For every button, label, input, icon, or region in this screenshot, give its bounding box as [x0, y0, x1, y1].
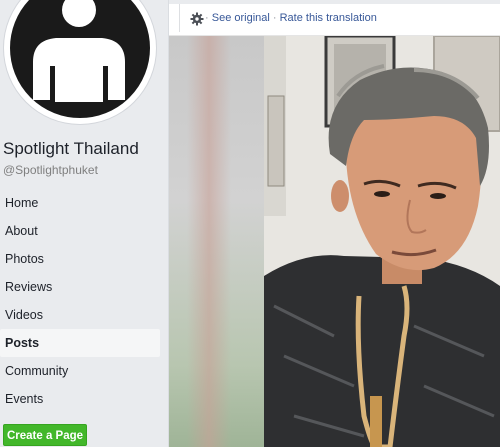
translation-separator: ·: [269, 12, 280, 24]
blurred-video-edge: [169, 36, 264, 447]
page-username[interactable]: @Spotlightphuket: [3, 163, 98, 177]
nav-item-videos[interactable]: Videos: [0, 301, 160, 329]
page-sidebar: Spotlight Thailand @Spotlightphuket Home…: [0, 0, 168, 447]
page-nav: Home About Photos Reviews Videos Posts C…: [0, 189, 160, 413]
nav-item-community[interactable]: Community: [0, 357, 160, 385]
page-title[interactable]: Spotlight Thailand: [3, 139, 139, 159]
rate-translation-link[interactable]: Rate this translation: [280, 12, 377, 24]
nav-item-events[interactable]: Events: [0, 385, 160, 413]
nav-item-home[interactable]: Home: [0, 189, 160, 217]
see-original-link[interactable]: See original: [212, 12, 270, 24]
post-content: · See original · Rate this translation: [169, 0, 500, 447]
translation-bar-border: [179, 4, 180, 32]
post-video[interactable]: [169, 36, 500, 447]
nav-item-posts[interactable]: Posts: [0, 329, 160, 357]
blurred-figure: [187, 36, 231, 447]
translation-links: · See original · Rate this translation: [205, 12, 377, 24]
nav-item-about[interactable]: About: [0, 217, 160, 245]
default-person-icon: [6, 0, 154, 122]
nav-item-reviews[interactable]: Reviews: [0, 273, 160, 301]
create-page-button[interactable]: Create a Page: [3, 424, 87, 446]
translation-separator: ·: [205, 12, 212, 24]
nav-item-photos[interactable]: Photos: [0, 245, 160, 273]
gear-icon[interactable]: [190, 12, 204, 26]
page-avatar[interactable]: [4, 0, 156, 124]
video-frame-image: [264, 36, 500, 447]
translation-bar: · See original · Rate this translation: [169, 0, 500, 36]
